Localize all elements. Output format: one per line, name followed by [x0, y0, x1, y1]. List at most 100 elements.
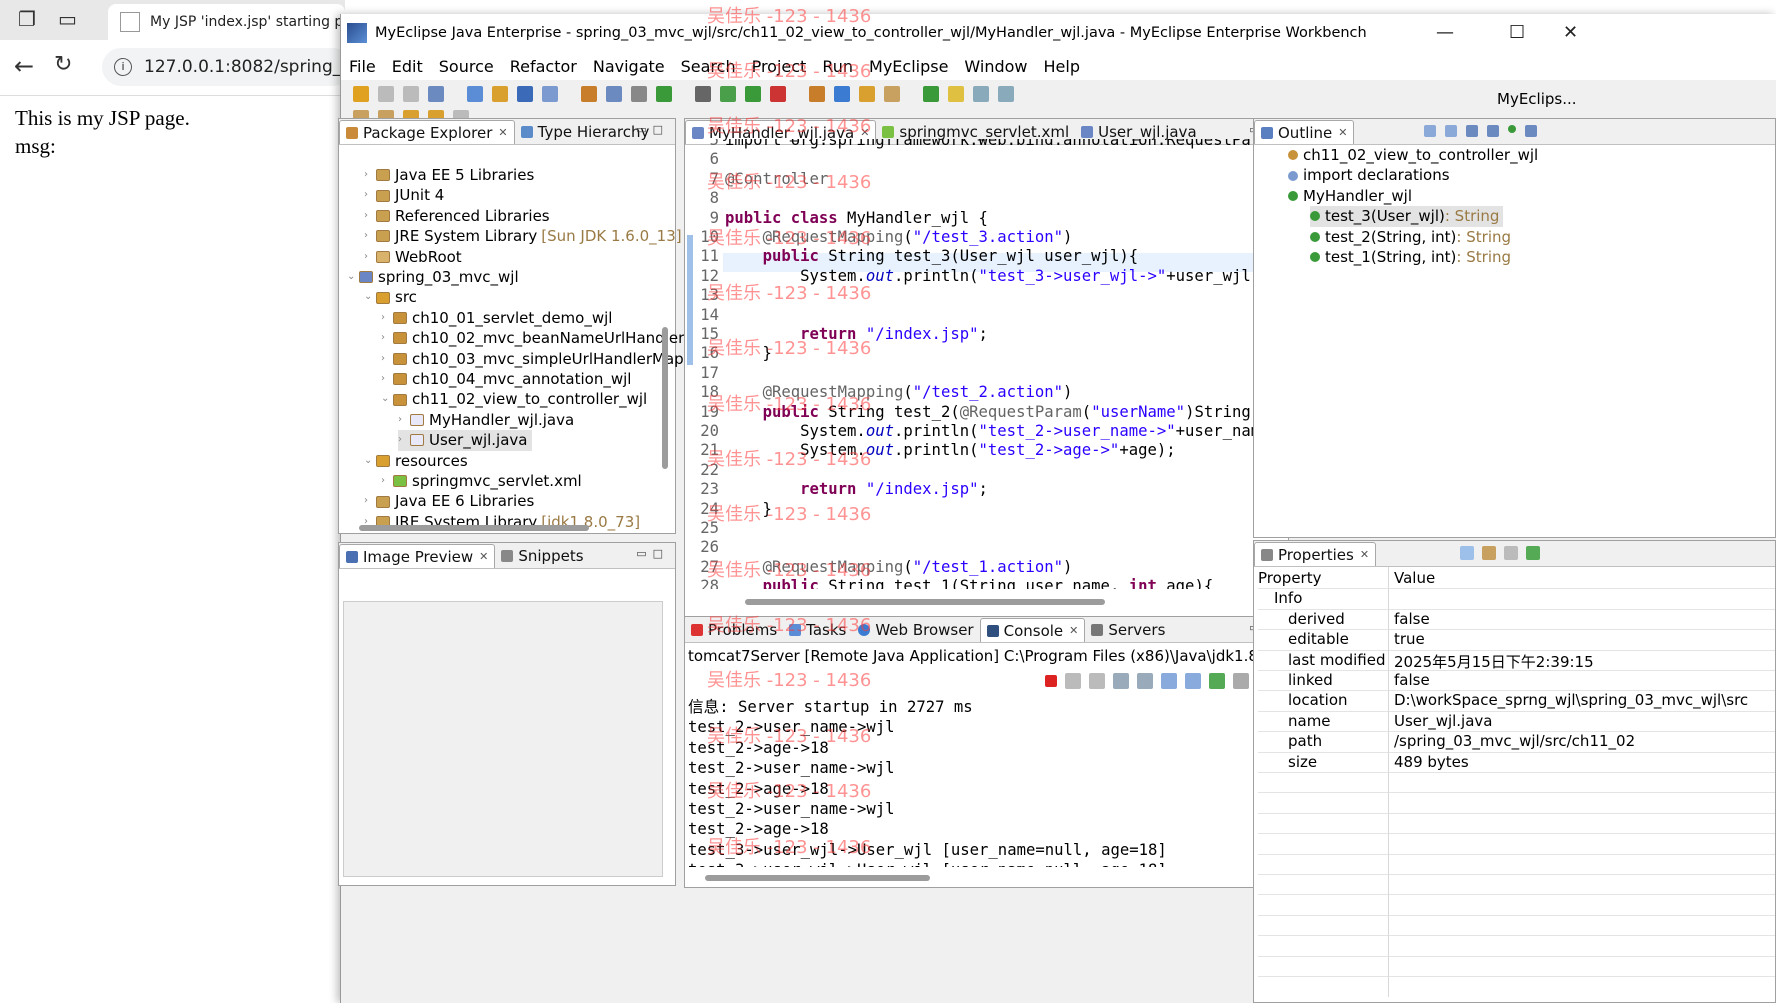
- close-icon[interactable]: ✕: [1563, 22, 1578, 43]
- console-hscrollbar[interactable]: [705, 875, 930, 881]
- toolbar-button-icon[interactable]: [770, 86, 786, 102]
- toolbar-button-icon[interactable]: [517, 86, 533, 102]
- tree-item[interactable]: › Referenced Libraries: [364, 206, 554, 227]
- show-categories-icon[interactable]: [1460, 546, 1474, 560]
- expand-arrow-icon[interactable]: ›: [398, 410, 410, 431]
- toolbar-button-icon[interactable]: [859, 86, 875, 102]
- minimize-icon[interactable]: —: [1436, 22, 1454, 43]
- toolbar-button-icon[interactable]: [745, 86, 761, 102]
- menu-search[interactable]: Search: [673, 57, 744, 76]
- toolbar-button-icon[interactable]: [606, 86, 622, 102]
- outline-item[interactable]: test_3(User_wjl) : String: [1310, 206, 1504, 227]
- menu-run[interactable]: Run: [814, 57, 861, 76]
- close-tab-icon[interactable]: ✕: [498, 126, 507, 139]
- menu-navigate[interactable]: Navigate: [585, 57, 673, 76]
- toolbar-button-icon[interactable]: [809, 86, 825, 102]
- toolbar-button-icon[interactable]: [467, 86, 483, 102]
- reload-icon[interactable]: ↻: [54, 52, 72, 77]
- pin-console-icon[interactable]: [1209, 673, 1225, 689]
- toolbar-button-icon[interactable]: [998, 86, 1014, 102]
- tree-item[interactable]: › MyHandler_wjl.java: [398, 410, 578, 431]
- tab-problems[interactable]: Problems: [685, 618, 783, 642]
- tree-item[interactable]: › User_wjl.java: [398, 430, 532, 451]
- toolbar-button-icon[interactable]: [403, 86, 419, 102]
- hide-nonpublic-icon[interactable]: [1508, 125, 1516, 133]
- tree-item[interactable]: › Java EE 6 Libraries: [364, 491, 538, 512]
- restore-default-icon[interactable]: [1504, 546, 1518, 560]
- tree-item[interactable]: › ch10_01_servlet_demo_wjl: [381, 308, 616, 329]
- show-advanced-icon[interactable]: [1482, 546, 1496, 560]
- menu-source[interactable]: Source: [431, 57, 502, 76]
- expand-arrow-icon[interactable]: ⌄: [381, 389, 393, 410]
- remove-launch-icon[interactable]: [1065, 673, 1081, 689]
- package-tree-scrollbar[interactable]: [662, 327, 668, 469]
- tab-package-explorer[interactable]: Package Explorer ✕: [339, 120, 515, 144]
- property-row[interactable]: location D:\workSpace_sprng_wjl\spring_03…: [1258, 691, 1775, 712]
- close-tab-icon[interactable]: ✕: [1069, 624, 1078, 637]
- tab-image-preview[interactable]: Image Preview ✕: [339, 544, 496, 568]
- menu-edit[interactable]: Edit: [384, 57, 431, 76]
- property-row[interactable]: path/spring_03_mvc_wjl/src/ch11_02: [1258, 732, 1775, 753]
- outline-item[interactable]: MyHandler_wjl: [1288, 186, 1412, 207]
- maximize-icon[interactable]: ☐: [1509, 22, 1525, 43]
- outline-item[interactable]: test_2(String, int) : String: [1310, 227, 1511, 248]
- tab-console[interactable]: Console ✕: [979, 618, 1086, 642]
- expand-arrow-icon[interactable]: ⌄: [364, 451, 376, 472]
- hide-fields-icon[interactable]: [1466, 125, 1478, 137]
- tree-item[interactable]: ⌄ src: [364, 287, 421, 308]
- close-tab-icon[interactable]: ✕: [1338, 126, 1347, 139]
- tree-item[interactable]: › JRE System Library [Sun JDK 1.6.0_13]: [364, 226, 682, 247]
- tree-item[interactable]: › ch10_04_mvc_annotation_wjl: [381, 369, 635, 390]
- menu-file[interactable]: File: [341, 57, 384, 76]
- console-output[interactable]: 信息: Server startup in 2727 ms test_2->use…: [688, 697, 1268, 867]
- tab-servers[interactable]: Servers: [1085, 618, 1171, 642]
- menu-myeclipse[interactable]: MyEclipse: [861, 57, 956, 76]
- outline-item[interactable]: ch11_02_view_to_controller_wjl: [1288, 145, 1538, 166]
- site-info-icon[interactable]: i: [114, 58, 132, 76]
- expand-arrow-icon[interactable]: ›: [364, 491, 376, 512]
- expand-arrow-icon[interactable]: ›: [381, 369, 393, 390]
- toolbar-button-icon[interactable]: [695, 86, 711, 102]
- tab-outline[interactable]: Outline ✕: [1254, 120, 1355, 144]
- pin-properties-icon[interactable]: [1526, 546, 1540, 560]
- menu-project[interactable]: Project: [744, 57, 815, 76]
- expand-arrow-icon[interactable]: ›: [364, 226, 376, 247]
- terminate-icon[interactable]: [1045, 675, 1057, 687]
- toolbar-button-icon[interactable]: [492, 86, 508, 102]
- close-tab-icon[interactable]: ✕: [1360, 548, 1369, 561]
- property-row[interactable]: derived false: [1258, 610, 1775, 631]
- clear-console-icon[interactable]: [1113, 673, 1129, 689]
- expand-arrow-icon[interactable]: ›: [381, 349, 393, 370]
- toolbar-button-icon[interactable]: [656, 86, 672, 102]
- expand-arrow-icon[interactable]: ›: [364, 185, 376, 206]
- code-area[interactable]: 5 import org.springframework.web.bind.ann…: [685, 139, 1260, 589]
- sort-icon[interactable]: [1445, 125, 1457, 137]
- property-row[interactable]: linked false: [1258, 671, 1775, 692]
- package-tree-hscrollbar[interactable]: [359, 525, 589, 531]
- expand-arrow-icon[interactable]: ⌄: [364, 287, 376, 308]
- tab-type-hierarchy[interactable]: Type Hierarchy: [515, 120, 656, 144]
- tree-item[interactable]: › Java EE 5 Libraries: [364, 165, 538, 186]
- panel-minmax-icon[interactable]: ▭□: [636, 123, 669, 136]
- tab-properties[interactable]: Properties ✕: [1254, 542, 1377, 566]
- editor-hscrollbar[interactable]: [745, 599, 1105, 605]
- menu-window[interactable]: Window: [956, 57, 1035, 76]
- show-on-output-icon[interactable]: [1185, 673, 1201, 689]
- remove-all-icon[interactable]: [1089, 673, 1105, 689]
- expand-arrow-icon[interactable]: ⌄: [347, 267, 359, 288]
- toolbar-button-icon[interactable]: [428, 86, 444, 102]
- scroll-lock-icon[interactable]: [1137, 673, 1153, 689]
- property-row[interactable]: editable true: [1258, 630, 1775, 651]
- display-console-icon[interactable]: [1233, 673, 1249, 689]
- expand-arrow-icon[interactable]: ›: [398, 430, 410, 451]
- property-group[interactable]: Info: [1258, 589, 1390, 607]
- toolbar-button-icon[interactable]: [834, 86, 850, 102]
- expand-arrow-icon[interactable]: ›: [364, 165, 376, 186]
- property-row[interactable]: last modified 2025年5月15日下午2:39:15: [1258, 651, 1775, 671]
- tab-web-browser[interactable]: Web Browser: [852, 618, 979, 642]
- toolbar-button-icon[interactable]: [720, 86, 736, 102]
- expand-arrow-icon[interactable]: ›: [381, 328, 393, 349]
- property-row[interactable]: size 489 bytes: [1258, 753, 1775, 773]
- expand-arrow-icon[interactable]: ›: [364, 247, 376, 268]
- close-tab-icon[interactable]: ✕: [479, 550, 488, 563]
